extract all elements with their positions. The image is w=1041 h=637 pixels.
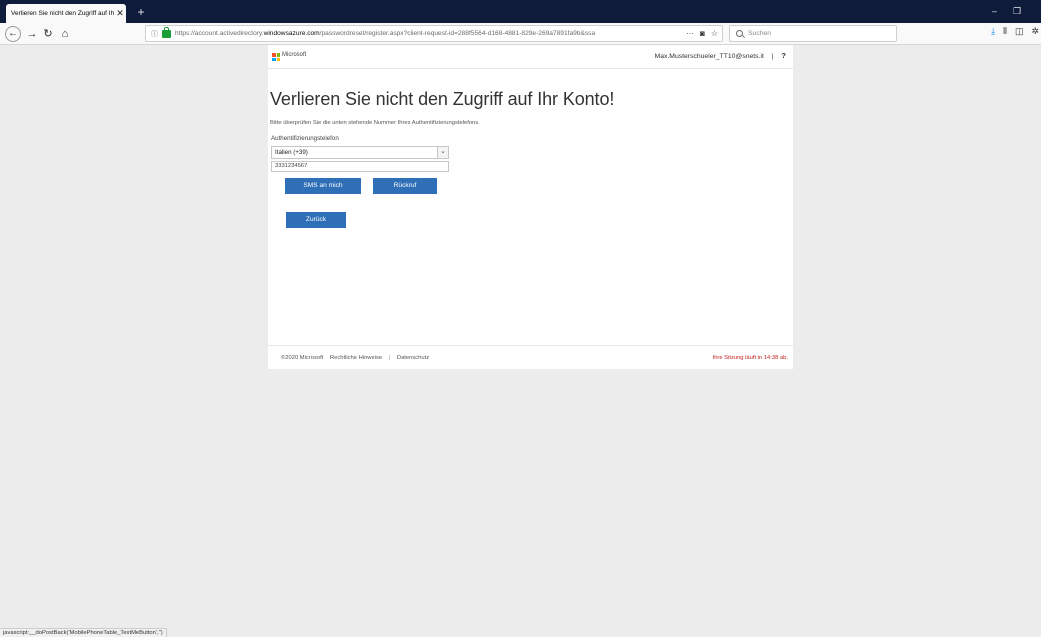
minimize-icon[interactable]: – <box>992 5 997 17</box>
search-placeholder: Suchen <box>748 30 772 37</box>
back-icon[interactable]: ← <box>5 26 21 42</box>
page-actions-icon[interactable]: ··· <box>686 29 694 38</box>
page-footer: ©2020 Microsoft Rechtliche Hinweise | Da… <box>268 345 793 369</box>
country-select[interactable]: Italien (+39) ⌄ <box>271 146 449 159</box>
brand-name: Microsoft <box>282 52 307 58</box>
page-header: Microsoft Max.Musterschueler_TT10@snets.… <box>268 45 793 69</box>
url-actions: ··· ◙ ☆ <box>685 26 722 41</box>
url-bar[interactable]: ⓘ https://account.activedirectory.window… <box>145 25 723 42</box>
instruction-text: Bitte überprüfen Sie die unten stehende … <box>270 120 480 126</box>
url-text: https://account.activedirectory.windowsa… <box>175 30 596 37</box>
session-timer: Ihre Sitzung läuft in 14:38 ab. <box>712 355 788 361</box>
info-icon[interactable]: ⓘ <box>151 29 160 39</box>
account-info: Max.Musterschueler_TT10@snets.it | ? <box>655 51 786 60</box>
footer-links: ©2020 Microsoft Rechtliche Hinweise | Da… <box>281 355 434 361</box>
copyright-text: ©2020 Microsoft <box>281 355 324 361</box>
phone-label: Authentifizierungstelefon <box>271 135 339 142</box>
forward-icon[interactable]: → <box>24 26 40 42</box>
new-tab-button[interactable]: + <box>133 4 149 20</box>
callback-button[interactable]: Rückruf <box>373 178 437 194</box>
bookmark-star-icon[interactable]: ☆ <box>711 29 718 38</box>
page-title: Verlieren Sie nicht den Zugriff auf Ihr … <box>270 89 615 109</box>
toolbar-icons: ⤓ ⫴ ◫ ✲ <box>991 26 1041 42</box>
chevron-down-icon[interactable]: ⌄ <box>437 147 448 158</box>
download-icon[interactable]: ⤓ <box>991 26 995 42</box>
lock-icon[interactable] <box>162 26 171 38</box>
privacy-link[interactable]: Datenschutz <box>397 355 429 361</box>
maximize-icon[interactable]: ❐ <box>1013 5 1021 17</box>
back-button[interactable]: Zurück <box>286 212 346 228</box>
account-email[interactable]: Max.Musterschueler_TT10@snets.it <box>655 53 764 60</box>
extension-icon[interactable]: ✲ <box>1031 26 1039 42</box>
pocket-icon[interactable]: ◙ <box>700 29 705 38</box>
browser-tab[interactable]: Verlieren Sie nicht den Zugriff auf Ihr … <box>6 4 126 23</box>
library-icon[interactable]: ⫴ <box>1003 26 1007 42</box>
home-icon[interactable]: ⌂ <box>57 26 73 42</box>
legal-link[interactable]: Rechtliche Hinweise <box>330 355 382 361</box>
help-icon[interactable]: ? <box>781 51 786 60</box>
sidebar-icon[interactable]: ◫ <box>1015 26 1024 42</box>
browser-tabbar: Verlieren Sie nicht den Zugriff auf Ihr … <box>0 0 1041 23</box>
search-input[interactable]: Suchen <box>729 25 897 42</box>
country-value: Italien (+39) <box>275 149 308 156</box>
browser-navbar: ← → ↻ ⌂ ⓘ https://account.activedirector… <box>0 23 1041 45</box>
account-separator: | <box>771 53 774 60</box>
search-icon <box>736 30 743 37</box>
tab-close-icon[interactable]: ✕ <box>114 8 126 19</box>
footer-separator: | <box>388 355 391 361</box>
reload-icon[interactable]: ↻ <box>40 26 56 42</box>
tab-title: Verlieren Sie nicht den Zugriff auf Ihr <box>11 10 114 17</box>
sms-button[interactable]: SMS an mich <box>285 178 361 194</box>
status-bar: javascript:__doPostBack('MobilePhoneTabl… <box>0 628 167 637</box>
page-card: Microsoft Max.Musterschueler_TT10@snets.… <box>268 45 793 369</box>
microsoft-logo-icon <box>272 53 280 61</box>
phone-number-input[interactable]: 3331234567 <box>271 161 449 172</box>
